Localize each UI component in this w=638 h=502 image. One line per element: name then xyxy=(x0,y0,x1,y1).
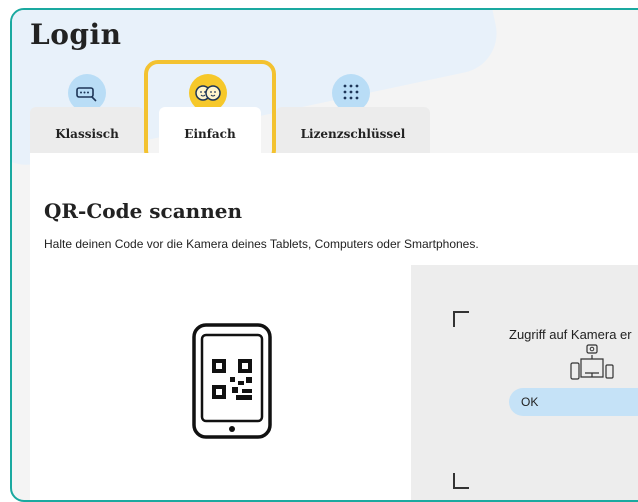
camera-area: Zugriff auf Kamera er OK xyxy=(411,265,638,500)
page-title: Login xyxy=(30,18,122,51)
scan-corner xyxy=(453,311,469,327)
qr-login-panel: QR-Code scannen Halte deinen Code vor di… xyxy=(30,153,638,500)
qr-heading: QR-Code scannen xyxy=(44,199,243,223)
tab-klassisch[interactable]: Klassisch xyxy=(30,107,144,153)
ok-button[interactable]: OK xyxy=(509,388,638,416)
tablet-qr-icon xyxy=(192,323,272,439)
tab-lizenzschluessel[interactable]: Lizenzschlüssel xyxy=(276,107,430,153)
devices-camera-icon xyxy=(570,344,614,380)
login-window: Login Klassisch Einfach Lizenzschlüssel … xyxy=(10,8,638,502)
camera-permission-text: Zugriff auf Kamera er xyxy=(509,327,632,342)
tab-label: Klassisch xyxy=(55,127,119,141)
scan-corner xyxy=(453,473,469,489)
active-tab-highlight xyxy=(144,60,276,164)
qr-description: Halte deinen Code vor die Kamera deines … xyxy=(44,237,479,251)
ok-button-label: OK xyxy=(521,395,539,409)
tab-label: Lizenzschlüssel xyxy=(300,127,406,141)
